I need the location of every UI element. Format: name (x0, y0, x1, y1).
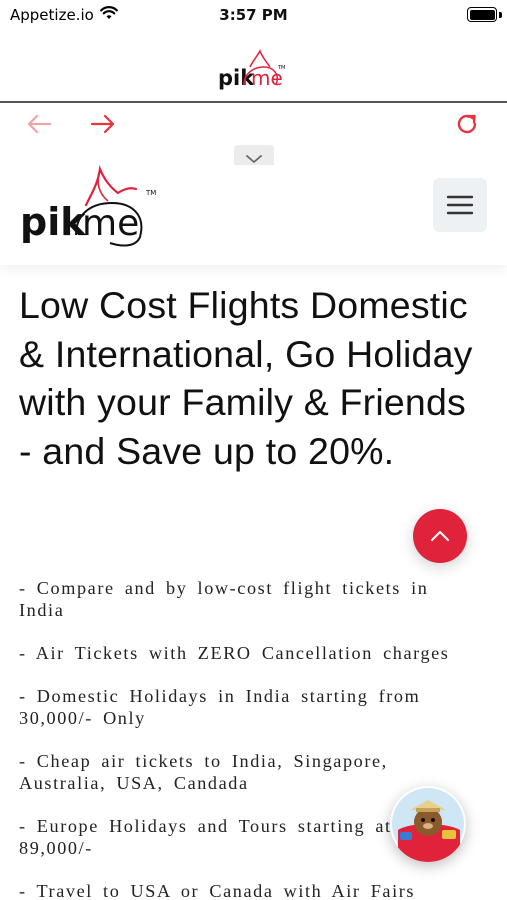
app-logo-tm: TM (277, 65, 285, 71)
status-time: 3:57 PM (219, 6, 288, 24)
list-item: - Travel to USA or Canada with Air Fairs (19, 881, 416, 900)
chevron-down-icon (246, 155, 262, 163)
chevron-up-icon (431, 531, 449, 541)
hero-title: Low Cost Flights Domestic & Internationa… (19, 284, 473, 472)
site-logo-pik: pik (20, 200, 86, 244)
chat-button[interactable] (390, 786, 466, 862)
forward-button[interactable] (88, 110, 118, 138)
menu-button[interactable] (433, 178, 487, 232)
reload-icon (457, 114, 477, 134)
scroll-to-top-button[interactable] (413, 509, 467, 563)
header-divider (0, 101, 507, 103)
site-header: pik me TM (0, 165, 507, 265)
app-logo-pik: pik (218, 66, 255, 90)
hamburger-menu-icon (446, 195, 474, 215)
battery-full-icon (467, 7, 497, 22)
list-item: - Compare and by low-cost flight tickets… (19, 578, 429, 620)
chat-avatar-icon (392, 788, 464, 862)
app-header: pik me TM (0, 38, 507, 100)
back-button[interactable] (24, 110, 54, 138)
list-item: - Domestic Holidays in India starting fr… (19, 686, 421, 728)
list-item: - Air Tickets with ZERO Cancellation cha… (19, 643, 450, 663)
site-logo-tm: TM (145, 189, 156, 197)
status-bar: Appetize.io 3:57 PM (0, 0, 507, 30)
app-logo: pik me TM (218, 49, 285, 90)
battery-tip (499, 12, 502, 18)
site-logo[interactable]: pik me TM (18, 165, 163, 249)
reload-button[interactable] (452, 110, 482, 138)
arrow-right-icon (90, 114, 115, 134)
arrow-left-icon (27, 114, 52, 134)
list-item: - Cheap air tickets to India, Singapore,… (19, 751, 388, 793)
site-logo-me: me (82, 203, 139, 244)
